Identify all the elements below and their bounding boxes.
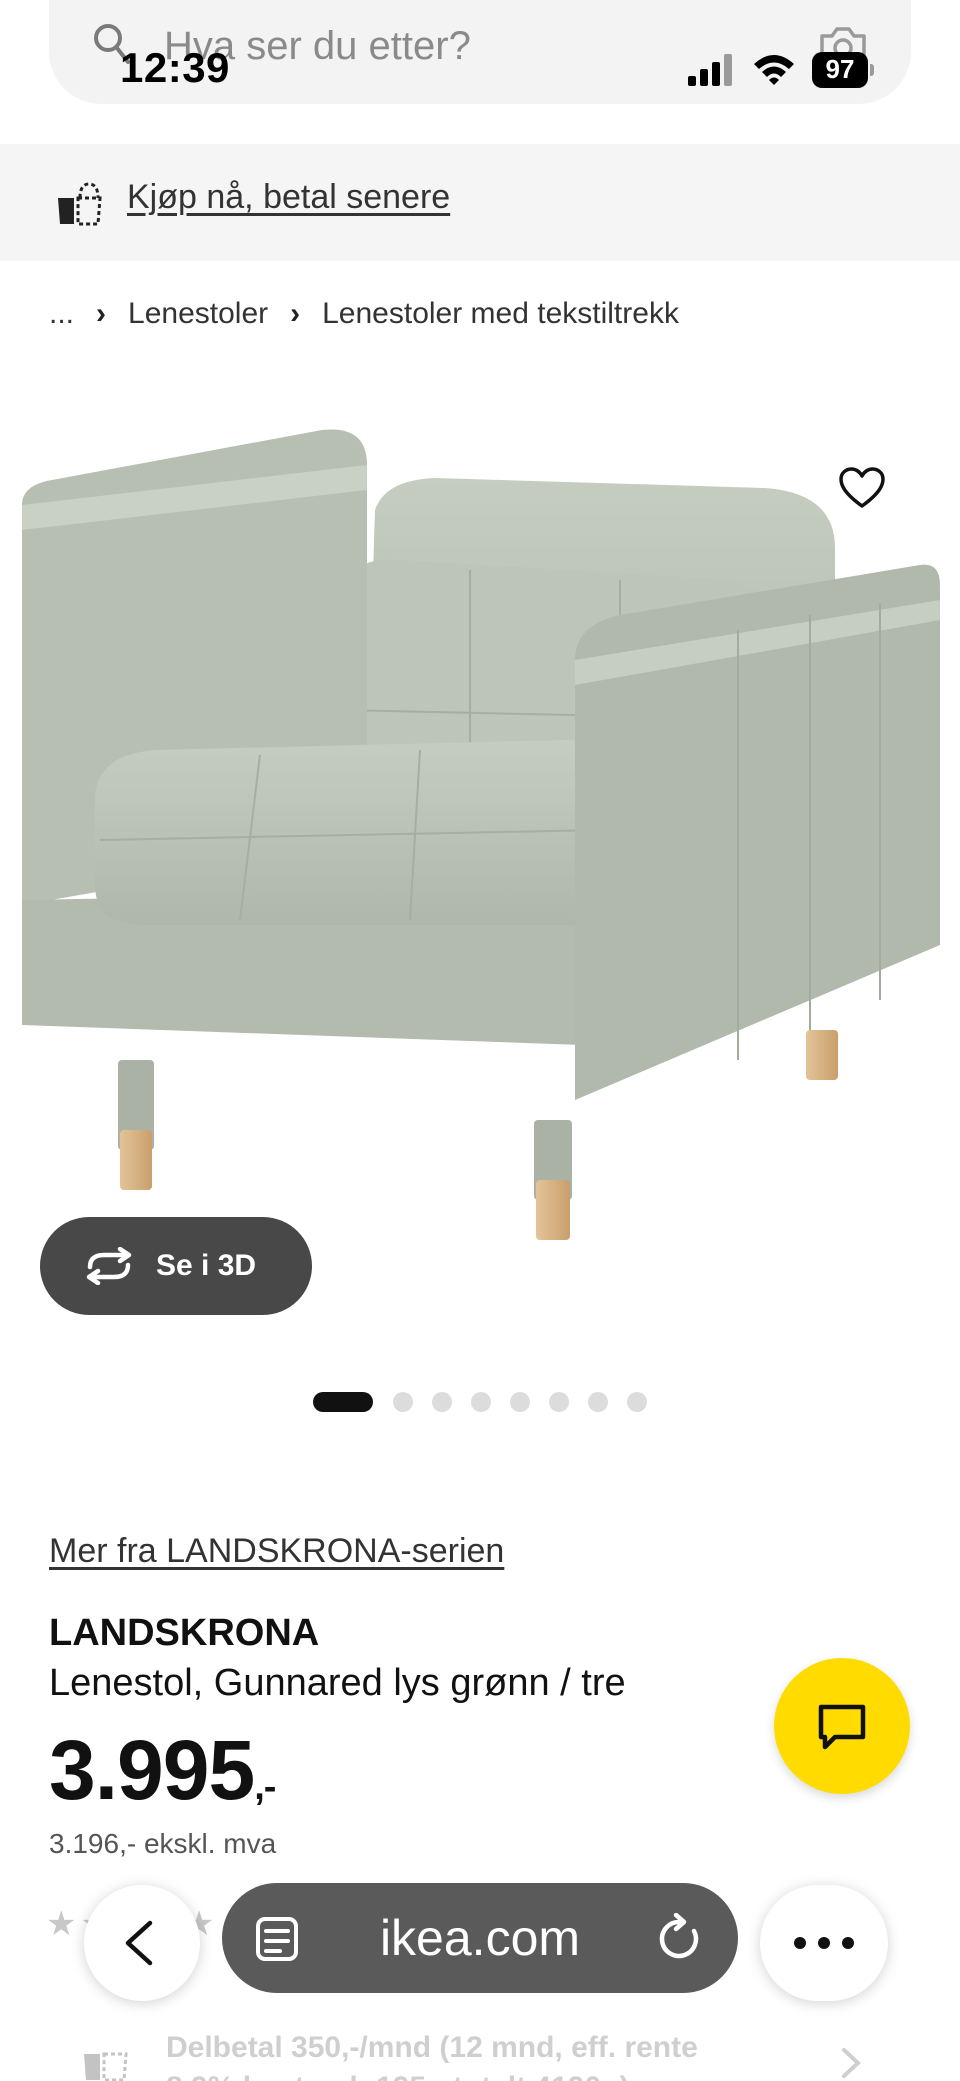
more-icon	[794, 1937, 854, 1949]
carousel-dot[interactable]	[627, 1392, 647, 1412]
image-carousel-dots	[313, 1392, 666, 1412]
carousel-dot[interactable]	[549, 1392, 569, 1412]
shopping-bag-icon	[58, 182, 102, 226]
breadcrumb-item-lenestoler[interactable]: Lenestoler	[128, 297, 268, 331]
promo-banner: Kjøp nå, betal senere	[0, 144, 960, 261]
wifi-icon	[754, 55, 794, 85]
price-suffix: ,-	[254, 1766, 276, 1808]
heart-icon[interactable]	[838, 466, 886, 510]
carousel-dot[interactable]	[432, 1392, 452, 1412]
carousel-dot[interactable]	[471, 1392, 491, 1412]
chat-bubble-icon	[818, 1704, 866, 1750]
reload-icon[interactable]	[656, 1913, 704, 1963]
signal-icon	[688, 54, 732, 86]
status-time: 12:39	[120, 44, 230, 91]
breadcrumb-ellipsis[interactable]: ...	[49, 297, 74, 331]
view-3d-label: Se i 3D	[156, 1249, 257, 1282]
carousel-dot-active[interactable]	[313, 1392, 373, 1412]
battery-level: 97	[825, 54, 855, 84]
series-link[interactable]: Mer fra LANDSKRONA-serien	[49, 1532, 504, 1571]
chevron-right-icon: ›	[290, 297, 301, 330]
installment-offer[interactable]: Delbetal 350,-/mnd (12 mnd, eff. rente 8…	[166, 2028, 766, 2081]
product-description: Lenestol, Gunnared lys grønn / tre	[49, 1662, 626, 1704]
price-value: 3.995	[49, 1723, 255, 1817]
breadcrumb-item-tekstiltrekk[interactable]: Lenestoler med tekstiltrekk	[322, 297, 679, 331]
browser-back-button[interactable]	[84, 1885, 200, 2001]
browser-more-button[interactable]	[760, 1885, 888, 2001]
chevron-right-icon: ›	[96, 297, 107, 330]
carousel-dot[interactable]	[588, 1392, 608, 1412]
product-image[interactable]	[0, 360, 960, 1350]
price-excl-vat: 3.196,- ekskl. mva	[49, 1828, 277, 1859]
product-price: 3.995,-	[49, 1722, 276, 1819]
chat-button[interactable]	[774, 1658, 910, 1794]
view-3d-button[interactable]: Se i 3D	[40, 1217, 312, 1315]
carousel-dot[interactable]	[393, 1392, 413, 1412]
chevron-left-icon	[125, 1920, 153, 1966]
chevron-right-icon	[842, 2048, 861, 2078]
shopping-bag-icon	[84, 2052, 128, 2081]
carousel-dot[interactable]	[510, 1392, 530, 1412]
breadcrumb: ... › Lenestoler › Lenestoler med teksti…	[49, 294, 679, 334]
battery-indicator: 97	[812, 52, 874, 88]
buy-now-pay-later-link[interactable]: Kjøp nå, betal senere	[127, 178, 450, 217]
address-bar[interactable]: ikea.com	[222, 1883, 738, 1993]
product-name: LANDSKRONA	[49, 1612, 320, 1654]
rotate-icon	[86, 1247, 132, 1285]
